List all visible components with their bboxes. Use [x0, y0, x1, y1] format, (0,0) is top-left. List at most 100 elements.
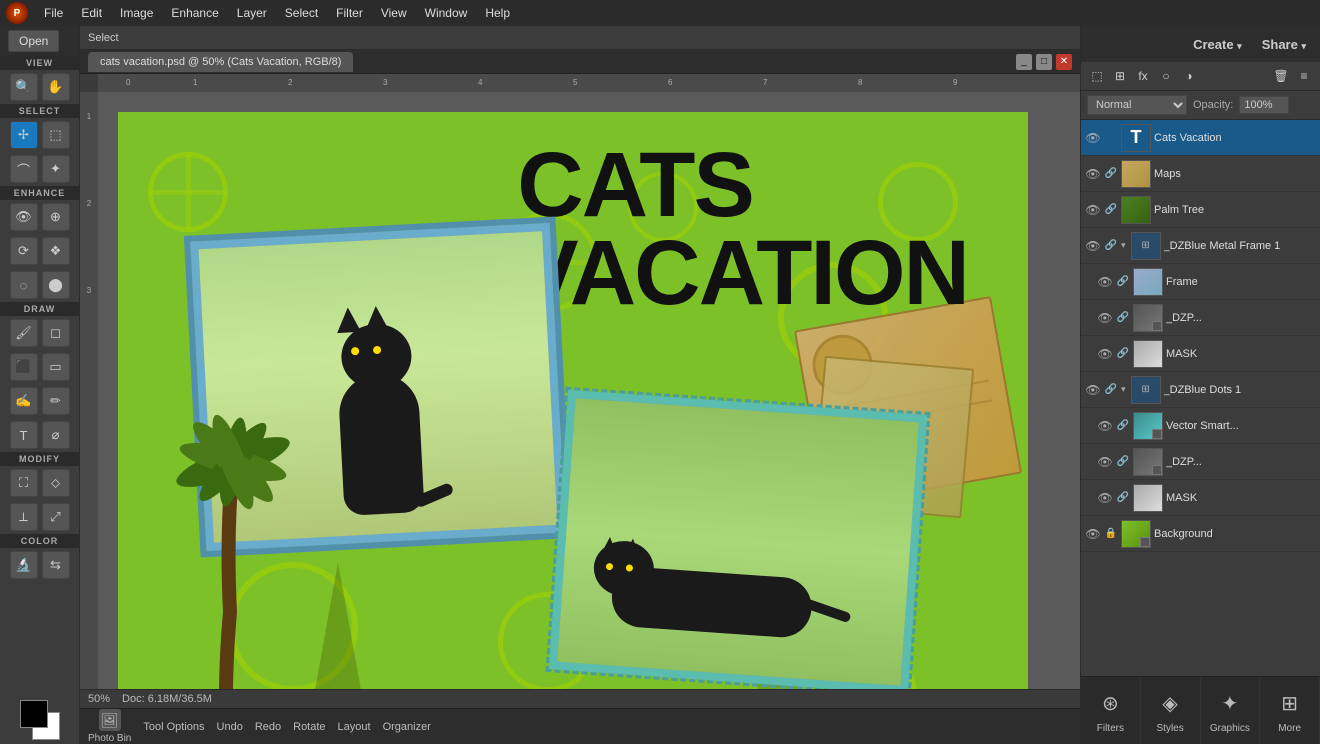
group-arrow-dzblue-metal-frame-1[interactable]: ▾	[1121, 240, 1126, 251]
menu-enhance[interactable]: Enhance	[163, 4, 226, 22]
layer-name-dzp-1: _DZP...	[1166, 312, 1316, 324]
layer-eye-mask-1[interactable]: 👁	[1097, 347, 1113, 361]
recompose-tool[interactable]: ⬦	[42, 469, 70, 497]
layer-row-mask-1[interactable]: 👁 🔗 MASK	[1081, 336, 1320, 372]
blend-mode-select[interactable]: Normal Multiply Screen Overlay	[1087, 95, 1187, 115]
fill-tool[interactable]: ⬛	[10, 353, 38, 381]
red-eye-tool[interactable]: 👁	[10, 203, 38, 231]
rotate-label[interactable]: Rotate	[293, 721, 325, 733]
pencil-tool[interactable]: ✏	[42, 387, 70, 415]
tab-styles[interactable]: ◈ Styles	[1141, 677, 1201, 744]
menu-select[interactable]: Select	[277, 4, 326, 22]
layer-row-dzp-1[interactable]: 👁 🔗 _DZP...	[1081, 300, 1320, 336]
layer-group-icon[interactable]: ⊞	[1110, 66, 1130, 86]
layer-eye-palm-tree[interactable]: 👁	[1085, 203, 1101, 217]
layer-row-mask-2[interactable]: 👁 🔗 MASK	[1081, 480, 1320, 516]
stamp-tool[interactable]: ❖	[42, 237, 70, 265]
tab-filters[interactable]: ⊛ Filters	[1081, 677, 1141, 744]
menu-view[interactable]: View	[373, 4, 415, 22]
layer-eye-mask-2[interactable]: 👁	[1097, 491, 1113, 505]
menu-filter[interactable]: Filter	[328, 4, 371, 22]
tab-graphics[interactable]: ✦ Graphics	[1201, 677, 1261, 744]
layer-thumb-vector-smart	[1133, 412, 1163, 440]
opacity-input[interactable]	[1239, 96, 1289, 114]
create-button[interactable]: Create ▾	[1187, 35, 1248, 54]
tool-options-label[interactable]: Tool Options	[143, 721, 204, 733]
close-button[interactable]: ✕	[1056, 54, 1072, 70]
color-tools: 🔬 ⇆	[0, 548, 79, 582]
redo-label[interactable]: Redo	[255, 721, 281, 733]
sharpen-tool[interactable]: ⬤	[42, 271, 70, 299]
eyedropper-tool[interactable]: 🔬	[10, 551, 38, 579]
layer-eye-dzblue-dots-1[interactable]: 👁	[1085, 383, 1101, 397]
blur-tool[interactable]: ◌	[10, 271, 38, 299]
menu-layer[interactable]: Layer	[229, 4, 275, 22]
layer-name-dzblue-dots-1: _DZBlue Dots 1	[1164, 384, 1316, 396]
photo-bin-item[interactable]: 🖼 Photo Bin	[88, 709, 131, 744]
share-button[interactable]: Share ▾	[1256, 35, 1312, 54]
layer-menu-icon[interactable]: ≡	[1294, 66, 1314, 86]
magic-wand-tool[interactable]: ✦	[42, 155, 70, 183]
straighten-tool[interactable]: ⟂	[10, 503, 38, 531]
type-tool[interactable]: T	[10, 421, 38, 449]
layer-delete-icon[interactable]: 🗑	[1271, 66, 1291, 86]
ruler-vertical: 1 2 3	[80, 92, 98, 689]
marquee-tool[interactable]: ⬚	[42, 121, 70, 149]
layer-eye-dzblue-metal-frame-1[interactable]: 👁	[1085, 239, 1101, 253]
minimize-button[interactable]: _	[1016, 54, 1032, 70]
layer-row-background[interactable]: 👁 🔒 Background	[1081, 516, 1320, 552]
transform-tool[interactable]: ⤢	[42, 503, 70, 531]
layer-eye-vector-smart[interactable]: 👁	[1097, 419, 1113, 433]
photo-frame-2	[549, 390, 928, 689]
layer-row-dzp-2[interactable]: 👁 🔗 _DZP...	[1081, 444, 1320, 480]
zoom-tool[interactable]: 🔍	[10, 73, 38, 101]
menu-help[interactable]: Help	[477, 4, 518, 22]
clone-tool[interactable]: ⟳	[10, 237, 38, 265]
lasso-tool[interactable]: ⌒	[10, 155, 38, 183]
layer-fx-icon[interactable]: fx	[1133, 66, 1153, 86]
organizer-label[interactable]: Organizer	[383, 721, 431, 733]
layer-adj-icon[interactable]: ◑	[1179, 66, 1199, 86]
layer-eye-dzp-1[interactable]: 👁	[1097, 311, 1113, 325]
canvas-tab[interactable]: cats vacation.psd @ 50% (Cats Vacation, …	[88, 52, 353, 72]
paint-tool[interactable]: ⌀	[42, 421, 70, 449]
open-button[interactable]: Open	[8, 30, 59, 52]
photo-bin-icon: 🖼	[99, 709, 121, 731]
layer-row-vector-smart[interactable]: 👁 🔗 Vector Smart...	[1081, 408, 1320, 444]
hand-tool[interactable]: ✋	[42, 73, 70, 101]
layer-row-frame[interactable]: 👁 🔗 Frame	[1081, 264, 1320, 300]
layer-new-icon[interactable]: ⬚	[1087, 66, 1107, 86]
layer-row-cats-vacation[interactable]: 👁 T Cats Vacation	[1081, 120, 1320, 156]
brush-tool[interactable]: 🖌	[10, 319, 38, 347]
tab-more[interactable]: ⊞ More	[1260, 677, 1320, 744]
menu-image[interactable]: Image	[112, 4, 161, 22]
paint-bucket-tool[interactable]: ✍	[10, 387, 38, 415]
move-tool[interactable]: ✢	[10, 121, 38, 149]
undo-label[interactable]: Undo	[217, 721, 243, 733]
color-swap-tool[interactable]: ⇆	[42, 551, 70, 579]
zoom-level: 50%	[88, 693, 110, 705]
layer-eye-dzp-2[interactable]: 👁	[1097, 455, 1113, 469]
menu-file[interactable]: File	[36, 4, 71, 22]
layer-eye-frame[interactable]: 👁	[1097, 275, 1113, 289]
menu-window[interactable]: Window	[417, 4, 476, 22]
layer-row-dzblue-dots-1[interactable]: 👁 🔗 ▾ ⊞ _DZBlue Dots 1	[1081, 372, 1320, 408]
layer-eye-cats-vacation[interactable]: 👁	[1085, 131, 1101, 145]
palm-tree-graphic	[158, 412, 308, 689]
crop-tool[interactable]: ⛶	[10, 469, 38, 497]
layout-label[interactable]: Layout	[338, 721, 371, 733]
foreground-color-swatch[interactable]	[20, 700, 48, 728]
layer-row-palm-tree[interactable]: 👁 🔗 Palm Tree	[1081, 192, 1320, 228]
bottom-toolbar: 🖼 Photo Bin Tool Options Undo Redo Rotat…	[80, 708, 1080, 744]
maximize-button[interactable]: □	[1036, 54, 1052, 70]
layer-mask-icon[interactable]: ○	[1156, 66, 1176, 86]
layer-row-dzblue-metal-frame-1[interactable]: 👁 🔗 ▾ ⊞ _DZBlue Metal Frame 1	[1081, 228, 1320, 264]
gradient-tool[interactable]: ▭	[42, 353, 70, 381]
layer-eye-maps[interactable]: 👁	[1085, 167, 1101, 181]
menu-edit[interactable]: Edit	[73, 4, 110, 22]
healing-tool[interactable]: ⊕	[42, 203, 70, 231]
layer-eye-background[interactable]: 👁	[1085, 527, 1101, 541]
eraser-tool[interactable]: ◻	[42, 319, 70, 347]
layer-row-maps[interactable]: 👁 🔗 Maps	[1081, 156, 1320, 192]
group-arrow-dzblue-dots-1[interactable]: ▾	[1121, 384, 1126, 395]
